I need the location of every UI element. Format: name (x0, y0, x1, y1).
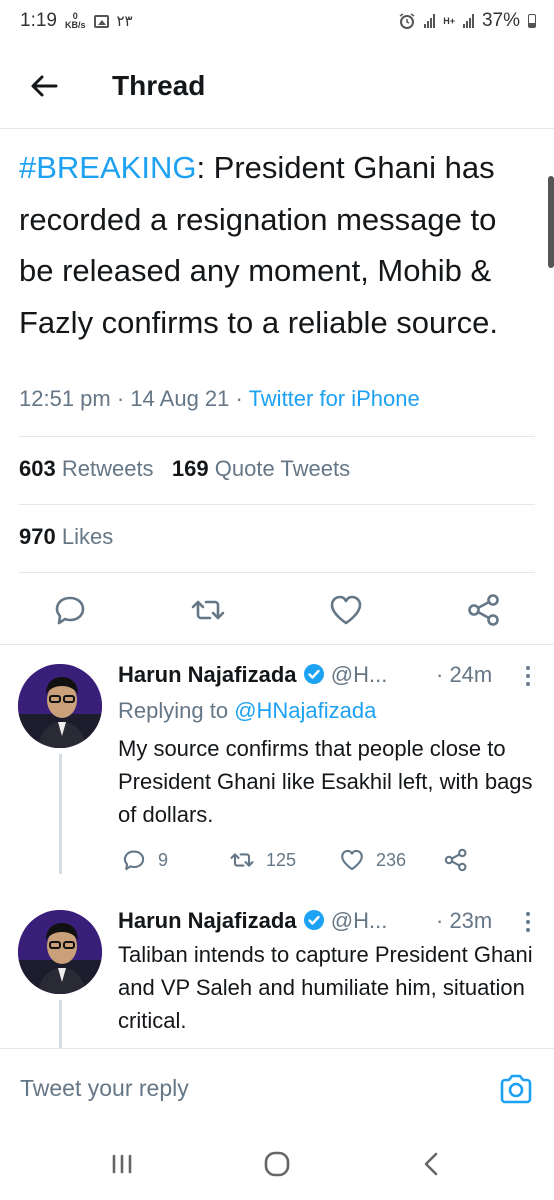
page-title: Thread (112, 70, 206, 101)
net-speed: 0 KB/s (65, 12, 86, 30)
home-icon[interactable] (259, 1148, 295, 1180)
divider (19, 436, 535, 437)
alarm-icon (399, 13, 415, 29)
camera-icon[interactable] (498, 1071, 534, 1107)
avatar-photo (18, 664, 102, 748)
mention-link[interactable]: @HNajafizada (234, 698, 376, 723)
replying-to: Replying to @HNajafizada (118, 698, 376, 724)
tweet-meta: 12:51 pm · 14 Aug 21 · Twitter for iPhon… (19, 386, 420, 411)
net-speed-unit: KB/s (64, 20, 86, 30)
reply-action-reply[interactable]: 9 (120, 846, 168, 874)
reply-header: Harun Najafizada @H... (118, 662, 387, 688)
gallery-icon (93, 14, 109, 28)
reply-author-name[interactable]: Harun Najafizada (118, 908, 297, 933)
reply-action-retweet[interactable]: 125 (228, 846, 296, 874)
reply-header: Harun Najafizada @H... (118, 908, 387, 934)
quotes-link[interactable]: 169 Quote Tweets (172, 456, 350, 481)
tweet-date: 14 Aug 21 (130, 386, 230, 411)
status-time: 1:19 (20, 10, 57, 31)
reply-author-handle: @H... (330, 662, 388, 687)
network-type: H+ (443, 16, 455, 26)
verified-icon (303, 664, 324, 684)
likes-count: 970 (19, 524, 56, 549)
share-icon[interactable] (464, 590, 504, 630)
retweet-icon[interactable] (188, 590, 228, 630)
retweet-count: 125 (266, 849, 297, 870)
more-icon[interactable] (526, 912, 532, 936)
reply-input[interactable]: Tweet your reply (20, 1075, 189, 1102)
divider (19, 572, 535, 573)
quotes-label: Quote Tweets (214, 456, 351, 481)
battery-percent: 37% (481, 10, 520, 31)
retweet-stats: 603 Retweets 169 Quote Tweets (19, 456, 350, 482)
reply-text: My source confirms that people close to … (118, 736, 533, 827)
avatar[interactable] (18, 664, 102, 748)
thread-line (59, 1000, 62, 1048)
battery-icon (528, 14, 536, 28)
avatar[interactable] (18, 910, 102, 994)
likes-stats[interactable]: 970 Likes (19, 524, 113, 550)
system-nav-bar (0, 1128, 554, 1200)
like-count: 236 (376, 849, 407, 870)
quotes-count: 169 (171, 456, 209, 481)
tweet-time: 12:51 pm (19, 386, 111, 411)
reply-icon (123, 850, 145, 871)
status-extra: ۲۳ (116, 13, 133, 30)
tweet-text: #BREAKING: President Ghani has recorded … (19, 142, 539, 348)
back-nav-icon[interactable] (414, 1148, 450, 1180)
reply-composer: Tweet your reply (0, 1048, 554, 1129)
scrollbar[interactable] (548, 176, 554, 268)
replying-label: Replying to (118, 698, 229, 723)
back-arrow-icon[interactable] (28, 70, 60, 102)
thread-line (59, 754, 62, 874)
reply-author-handle: @H... (330, 908, 388, 933)
tweet-source[interactable]: Twitter for iPhone (249, 386, 420, 411)
thread-header: Thread (0, 56, 554, 116)
retweets-link[interactable]: 603 Retweets (19, 456, 154, 481)
verified-icon (303, 910, 324, 930)
reply-time: · 24m (436, 662, 493, 687)
share-icon[interactable] (442, 846, 470, 874)
divider (19, 504, 535, 505)
retweets-label: Retweets (61, 456, 154, 481)
retweet-icon (230, 853, 254, 867)
avatar-photo (18, 910, 102, 994)
reply-count: 9 (158, 849, 169, 870)
more-icon[interactable] (526, 666, 532, 690)
reply-time: · 23m (436, 908, 493, 933)
status-bar: 1:19 0 KB/s ۲۳ H+ 37% (0, 0, 554, 44)
reply-author-name[interactable]: Harun Najafizada (118, 662, 297, 687)
divider (0, 644, 554, 645)
reply-icon[interactable] (50, 590, 90, 630)
recent-apps-icon[interactable] (104, 1148, 140, 1180)
retweets-count: 603 (19, 456, 56, 481)
signal-icon (424, 14, 436, 28)
header-divider (0, 128, 554, 129)
like-icon (341, 849, 363, 871)
reply-text: Taliban intends to capture President Gha… (118, 942, 533, 1033)
likes-label: Likes (61, 524, 114, 549)
like-icon[interactable] (326, 590, 366, 630)
hashtag-link[interactable]: #BREAKING (19, 150, 196, 185)
signal-icon-2 (462, 14, 474, 28)
reply-action-like[interactable]: 236 (338, 846, 406, 874)
